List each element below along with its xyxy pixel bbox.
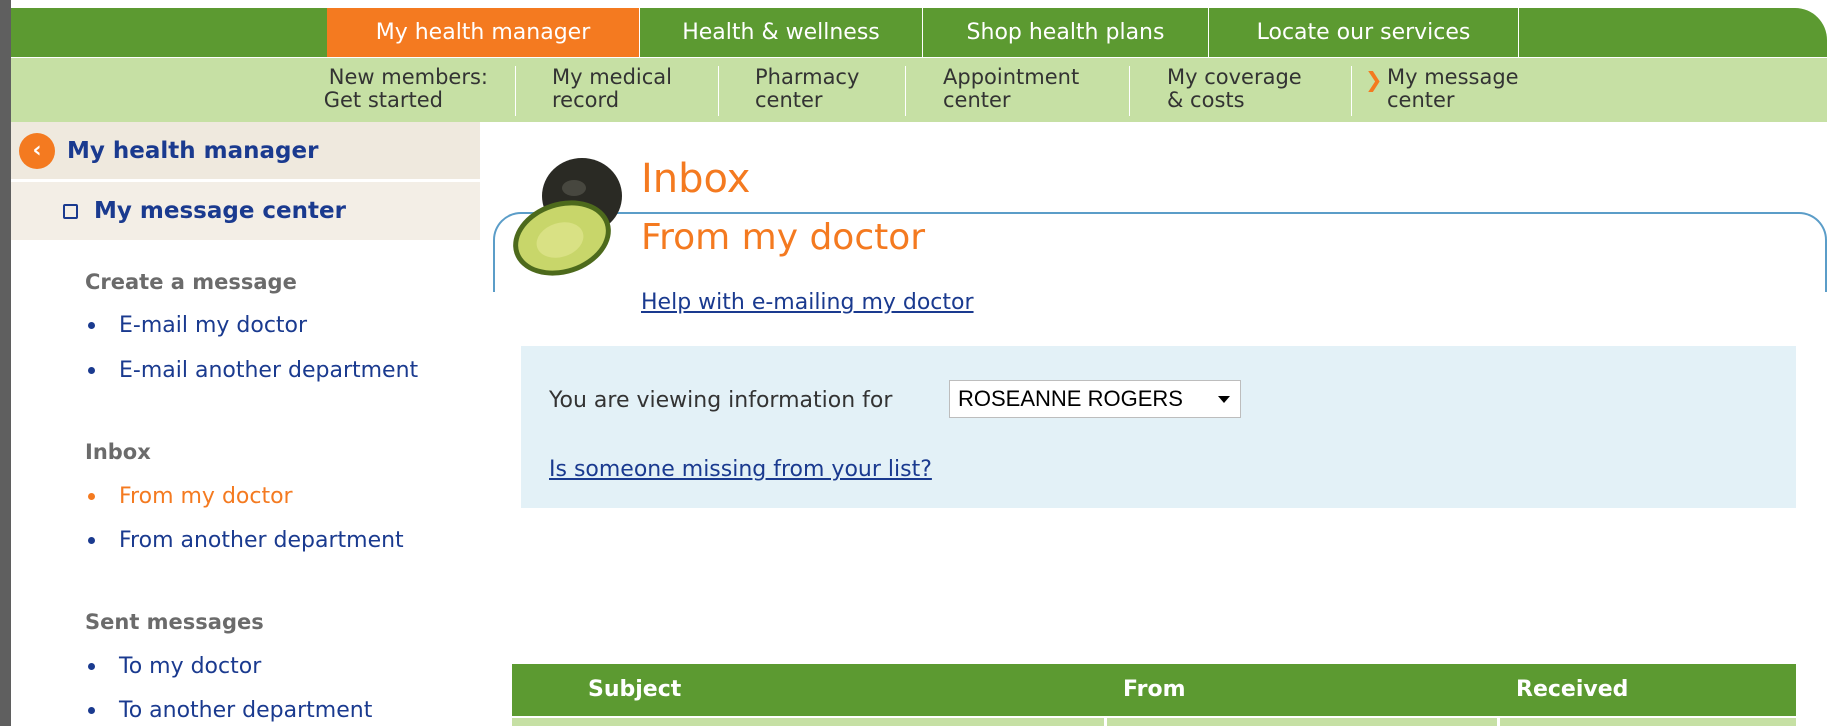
sidebar-link-label: To another department — [119, 698, 373, 723]
subnav-line: center — [755, 88, 823, 112]
sidebar-header-label: My health manager — [67, 137, 319, 164]
page-subtitle: From my doctor — [641, 217, 932, 258]
sidebar-link-label: E-mail another department — [119, 358, 419, 383]
table-row — [512, 718, 1796, 726]
sub-navigation: New members: Get started My medical reco… — [11, 57, 1827, 122]
square-bullet-icon — [63, 203, 78, 219]
subnav-medical-record[interactable]: My medical record — [552, 66, 672, 112]
sidebar-link-to-department[interactable]: To another department — [88, 698, 372, 723]
subnav-coverage-costs[interactable]: My coverage & costs — [1167, 66, 1302, 112]
bullet-icon — [88, 707, 95, 714]
row-divider — [1104, 718, 1107, 726]
subnav-line: Appointment — [943, 65, 1080, 89]
subnav-line: New members: — [328, 65, 488, 89]
sidebar-group-title: Create a message — [85, 270, 297, 294]
subnav-line: My coverage — [1167, 65, 1302, 89]
subnav-line: My message — [1387, 65, 1519, 89]
subnav-line: & costs — [1167, 88, 1245, 112]
bullet-icon — [88, 663, 95, 670]
chevron-right-icon: ❯ — [1365, 68, 1383, 92]
tab-my-health-manager[interactable]: My health manager — [327, 8, 640, 57]
sidebar-group-title: Inbox — [85, 440, 151, 464]
row-divider — [1497, 718, 1500, 726]
missing-member-link[interactable]: Is someone missing from your list? — [549, 457, 932, 482]
subnav-divider — [718, 66, 719, 116]
sidebar-link-label: E-mail my doctor — [119, 313, 308, 338]
tab-label: Shop health plans — [966, 20, 1165, 45]
bullet-icon — [88, 537, 95, 544]
subnav-line: Pharmacy — [755, 65, 860, 89]
sidebar-link-to-doctor[interactable]: To my doctor — [88, 654, 261, 679]
subnav-new-members[interactable]: New members: Get started — [303, 66, 488, 112]
top-navigation: My health manager Health & wellness Shop… — [11, 8, 1827, 57]
sidebar-section-label: My message center — [94, 198, 346, 224]
subnav-divider — [1129, 66, 1130, 116]
subnav-line: My medical — [552, 65, 673, 89]
messages-table-header: Subject From Received — [512, 664, 1796, 716]
subnav-message-center[interactable]: My message center — [1387, 66, 1519, 112]
member-select[interactable]: ROSEANNE ROGERS — [949, 380, 1241, 418]
sidebar-link-from-department[interactable]: From another department — [88, 528, 404, 553]
sidebar-link-email-doctor[interactable]: E-mail my doctor — [88, 313, 307, 338]
tab-label: Locate our services — [1256, 20, 1471, 45]
viewer-label: You are viewing information for — [549, 388, 893, 413]
sidebar-group-title: Sent messages — [85, 610, 264, 634]
viewer-box: You are viewing information for ROSEANNE… — [521, 346, 1796, 508]
tab-shop-health-plans[interactable]: Shop health plans — [923, 8, 1209, 57]
chevron-left-icon: ‹ — [19, 132, 55, 169]
subnav-divider — [1351, 66, 1352, 116]
column-header-subject[interactable]: Subject — [588, 677, 681, 702]
subnav-line: record — [552, 88, 620, 112]
member-select-value: ROSEANNE ROGERS — [958, 386, 1183, 411]
bullet-icon — [88, 493, 95, 500]
subnav-line: center — [1387, 88, 1455, 112]
subnav-appointment-center[interactable]: Appointment center — [943, 66, 1079, 112]
sidebar-link-label: To my doctor — [119, 654, 262, 679]
sidebar-header[interactable]: ‹ My health manager — [11, 122, 480, 179]
bullet-icon — [88, 367, 95, 374]
column-header-from[interactable]: From — [1123, 677, 1186, 702]
sidebar-link-label: From another department — [119, 528, 404, 553]
help-link[interactable]: Help with e-mailing my doctor — [641, 290, 974, 315]
sidebar-link-email-department[interactable]: E-mail another department — [88, 358, 418, 383]
tab-health-wellness[interactable]: Health & wellness — [640, 8, 923, 57]
subnav-divider — [515, 66, 516, 116]
subnav-pharmacy-center[interactable]: Pharmacy center — [755, 66, 859, 112]
subnav-line: Get started — [323, 88, 443, 112]
subnav-line: center — [943, 88, 1011, 112]
page-title: Inbox — [641, 156, 751, 202]
column-header-received[interactable]: Received — [1516, 677, 1628, 702]
caret-down-icon — [1218, 396, 1230, 403]
subnav-divider — [905, 66, 906, 116]
avocado-image — [513, 158, 622, 276]
left-edge-rule — [0, 0, 11, 726]
sidebar-section-message-center[interactable]: My message center — [11, 182, 480, 240]
bullet-icon — [88, 322, 95, 329]
tab-label: My health manager — [375, 20, 591, 45]
tab-locate-our-services[interactable]: Locate our services — [1209, 8, 1519, 57]
sidebar-link-label: From my doctor — [119, 484, 293, 509]
sidebar-link-from-doctor[interactable]: From my doctor — [88, 484, 293, 509]
page: My health manager Health & wellness Shop… — [0, 0, 1827, 726]
tab-label: Health & wellness — [682, 20, 880, 45]
